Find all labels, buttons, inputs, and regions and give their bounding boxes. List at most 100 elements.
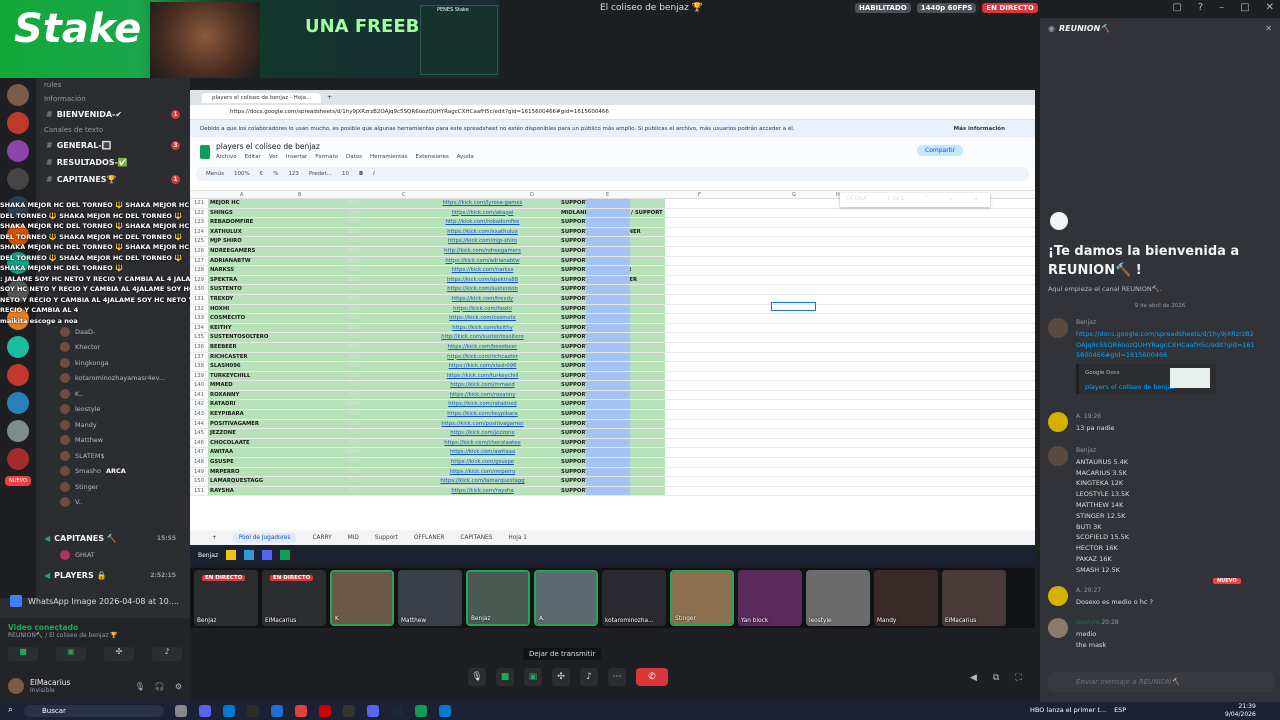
row-number[interactable]: 140 [190, 381, 208, 390]
sheet-tab[interactable]: CARRY [312, 535, 331, 541]
row-number[interactable]: 144 [190, 419, 208, 429]
server-icon[interactable] [7, 140, 29, 162]
link-cell[interactable]: https://kick.com/sustentob [406, 285, 559, 294]
gear-icon[interactable]: ⚙ [175, 682, 182, 691]
sheet-row[interactable]: 124 XATHULUX 3900 https://kick.com/xxathulu… [190, 227, 1035, 238]
soundboard-button[interactable]: ♪ [152, 647, 182, 661]
discord-icon[interactable] [367, 705, 379, 717]
highlight-cell[interactable] [586, 323, 630, 333]
fullscreen-icon[interactable]: ⛶ [1015, 673, 1021, 683]
disconnect-button[interactable]: ✆ [636, 668, 668, 686]
sheet-row[interactable]: 150 LAMARQUESTAGG 2500 https://kick.com/lam… [190, 477, 1035, 487]
avatar[interactable] [1048, 446, 1068, 466]
participant-tile[interactable]: Yan block [738, 570, 802, 626]
row-number[interactable]: 149 [190, 467, 208, 477]
server-icon[interactable] [7, 168, 29, 190]
inbox-icon[interactable]: ▢ [1172, 2, 1181, 13]
player-name-cell[interactable]: XATHULUX [208, 227, 326, 237]
language[interactable]: ESP [1114, 706, 1126, 714]
player-name-cell[interactable]: GSUSPE [208, 458, 326, 467]
highlight-cell[interactable] [586, 333, 630, 342]
bold-button[interactable]: B [359, 171, 363, 177]
chrome-icon[interactable] [295, 705, 307, 717]
participant-tile[interactable]: Benjaz [466, 570, 530, 626]
highlight-cell[interactable] [586, 458, 630, 467]
points-cell[interactable]: 3000 [326, 400, 406, 410]
highlight-cell[interactable] [586, 342, 630, 352]
menu-item[interactable]: Herramientas [370, 154, 407, 160]
player-name-cell[interactable]: SHINGS [208, 208, 326, 218]
link-cell[interactable]: https://kick.com/mjp-shiro [406, 237, 559, 246]
menu-item[interactable]: Formato [315, 154, 338, 160]
activities-button[interactable]: ✣ [552, 668, 570, 686]
points-cell[interactable]: 3500 [326, 323, 406, 333]
column-header[interactable]: G [792, 192, 796, 198]
player-name-cell[interactable]: ADRIANABTW [208, 256, 326, 266]
participant-tile[interactable]: Mandy [874, 570, 938, 626]
channel-capitanes[interactable]: # CAPITANES🏆 1 [36, 171, 190, 188]
minimize-icon[interactable]: – [1219, 2, 1224, 13]
highlight-cell[interactable] [586, 208, 630, 218]
sheet-row[interactable]: 133 COSMECITO 3500 https://kick.com/cosmetx… [190, 314, 1035, 324]
row-number[interactable]: 151 [190, 486, 208, 496]
avatar[interactable] [1048, 318, 1068, 338]
help-icon[interactable]: ? [1198, 2, 1203, 13]
row-number[interactable]: 137 [190, 352, 208, 362]
percent-button[interactable]: % [273, 171, 278, 177]
sheet-row[interactable]: 144 POSITIVAGAMER 3000 https://kick.com/pos… [190, 419, 1035, 430]
highlight-cell[interactable] [586, 448, 630, 458]
points-cell[interactable]: 3500 [326, 304, 406, 314]
row-number[interactable]: 136 [190, 342, 208, 352]
points-cell[interactable]: 3000 [326, 438, 406, 448]
mic-icon[interactable]: 🎙 [135, 682, 145, 691]
link-cell[interactable]: https://kick.com/slash096 [406, 362, 559, 371]
row-number[interactable]: 146 [190, 438, 208, 448]
link-cell[interactable]: https://kick.com/mrperro [406, 467, 559, 477]
column-header[interactable]: D [530, 192, 534, 198]
mic-button[interactable]: 🎙 [468, 668, 486, 686]
highlight-cell[interactable] [586, 400, 630, 410]
points-cell[interactable]: 3400 [326, 342, 406, 352]
highlight-cell[interactable] [586, 477, 630, 486]
player-name-cell[interactable]: TURKEYCHILL [208, 371, 326, 381]
points-cell[interactable]: 2800 [326, 448, 406, 458]
menu-item[interactable]: Extensiones [415, 154, 448, 160]
category-text[interactable]: Canales de texto [36, 123, 190, 137]
link-cell[interactable]: https://kick.com/cosmetx [406, 314, 559, 323]
sheet-tab[interactable]: CAPITANES [460, 535, 492, 541]
sheet-row[interactable]: 129 SPEKTRA 3500 https://kick.com/spektra88… [190, 275, 1035, 286]
menu-item[interactable]: Editar [245, 154, 261, 160]
highlight-cell[interactable] [586, 304, 630, 314]
highlight-cell[interactable] [586, 285, 630, 294]
player-name-cell[interactable]: BEEBEER [208, 342, 326, 352]
player-name-cell[interactable]: SUSTENTOSOLTERO [208, 333, 326, 342]
row-number[interactable]: 134 [190, 323, 208, 333]
number-format-button[interactable]: 123 [288, 171, 299, 177]
link-cell[interactable]: https://kick.com/mmaed [406, 381, 559, 390]
sheet-tab[interactable]: MID [348, 535, 359, 541]
link-cell[interactable]: https://kick.com/raysha [406, 486, 559, 496]
player-name-cell[interactable]: MJP SHIRO [208, 237, 326, 246]
highlight-cell[interactable] [586, 256, 630, 266]
chat-message[interactable]: Benjaz ANTAURUS 5.4K MACARIUS 3.5K KINGT… [1048, 446, 1276, 576]
currency-button[interactable]: € [260, 171, 264, 177]
player-name-cell[interactable]: COSMECITO [208, 314, 326, 323]
chat-message[interactable]: Benjaz https://docs.google.com/spreadshe… [1048, 318, 1276, 395]
link-cell[interactable]: https://kick.com/adrianabtw [406, 256, 559, 266]
highlight-cell[interactable] [586, 294, 630, 304]
voice-user[interactable]: Stinger [36, 479, 190, 495]
message-author[interactable]: Benjaz [1076, 318, 1256, 329]
highlight-cell[interactable] [586, 218, 630, 227]
sheet-row[interactable]: 136 BEEBEER 3400 https://kick.com/beeebeer S… [190, 342, 1035, 353]
row-number[interactable]: 121 [190, 199, 208, 208]
sheet-row[interactable]: 151 RAYSHA 2500 https://kick.com/raysha SUPP… [190, 486, 1035, 497]
channel-capitanes-voice[interactable]: ◀ CAPITANES 🔨 15:55 [36, 530, 186, 547]
link-cell[interactable]: https://kick.com/hoxhi [406, 304, 559, 314]
menu-item[interactable]: Ver [269, 154, 278, 160]
sheet-row[interactable]: 141 ROXANNY 3000 https://kick.com/roxanny SU… [190, 390, 1035, 401]
avatar[interactable] [1048, 412, 1068, 432]
sheet-row[interactable]: 127 ADRIANABTW 3800 https://kick.com/adrian… [190, 256, 1035, 267]
highlight-cell[interactable] [586, 390, 630, 400]
volume-icon[interactable]: ◀ [970, 673, 977, 683]
more-options-button[interactable]: ⋯ [608, 668, 626, 686]
